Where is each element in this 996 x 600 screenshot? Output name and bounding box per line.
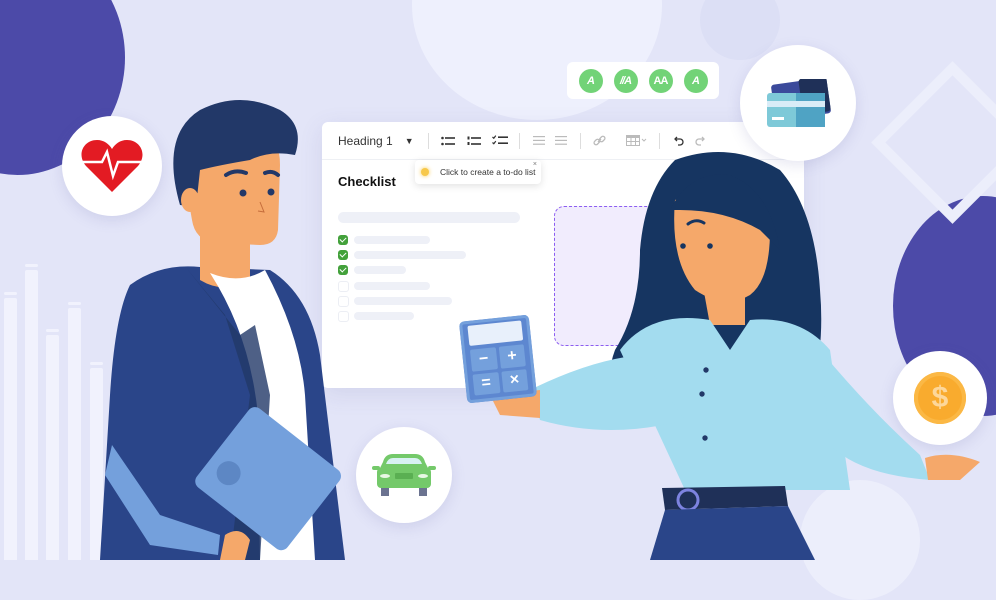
calc-key-equals[interactable]: =	[472, 371, 501, 396]
font-chip-1[interactable]: A	[578, 68, 603, 93]
bulleted-list-button[interactable]	[437, 130, 459, 152]
table-icon	[625, 135, 646, 146]
checklist-item-text	[354, 251, 466, 259]
redo-button[interactable]	[690, 130, 712, 152]
bg-bar	[68, 302, 81, 560]
numbered-list-button[interactable]	[463, 130, 485, 152]
chevron-down-icon: ▼	[404, 135, 414, 146]
todo-list-button[interactable]	[489, 130, 511, 152]
man-illustration	[100, 100, 345, 560]
link-icon	[593, 135, 606, 146]
bg-bar	[46, 329, 59, 560]
calculator-screen	[467, 320, 524, 346]
align-left-button[interactable]	[528, 130, 550, 152]
calculator: − + = ×	[458, 314, 538, 404]
car-badge	[356, 427, 452, 523]
bg-bar	[4, 292, 17, 560]
woman-illustration	[490, 152, 980, 560]
redo-icon	[695, 136, 706, 146]
bg-circle-top-mid	[700, 0, 780, 60]
checklist-item-text	[354, 312, 414, 320]
undo-icon	[674, 136, 684, 146]
bulleted-list-icon	[440, 136, 455, 145]
checklist-item-text	[354, 297, 452, 305]
table-button[interactable]	[623, 130, 651, 152]
bg-circle-light-top	[412, 0, 662, 120]
font-chip-3[interactable]: AA	[648, 68, 673, 93]
credit-card-badge	[740, 45, 856, 161]
calc-key-plus[interactable]: +	[498, 344, 526, 369]
font-chip-4[interactable]: A	[683, 68, 708, 93]
font-style-picker: A //A AA A	[567, 62, 719, 99]
checklist-item-text	[354, 236, 430, 244]
calc-key-multiply[interactable]: ×	[500, 368, 529, 393]
link-button[interactable]	[589, 130, 611, 152]
car-icon	[372, 454, 436, 496]
toolbar-divider	[579, 132, 581, 149]
numbered-list-icon	[467, 136, 481, 145]
calculator-keypad: − + = ×	[469, 344, 529, 396]
credit-card-icon	[767, 79, 831, 127]
align-left-icon	[532, 136, 545, 145]
todo-list-icon	[491, 135, 508, 145]
toolbar-divider	[518, 132, 520, 149]
calc-key-minus[interactable]: −	[469, 347, 498, 372]
checklist-item-text	[354, 266, 406, 274]
checklist-item-text	[354, 282, 430, 290]
undo-button[interactable]	[668, 130, 690, 152]
align-right-icon	[554, 136, 567, 145]
align-right-button[interactable]	[550, 130, 572, 152]
toolbar-divider	[658, 132, 660, 149]
bg-bar	[25, 264, 38, 560]
toolbar-divider	[427, 132, 429, 149]
font-chip-2[interactable]: //A	[613, 68, 638, 93]
lightbulb-icon	[421, 168, 429, 176]
